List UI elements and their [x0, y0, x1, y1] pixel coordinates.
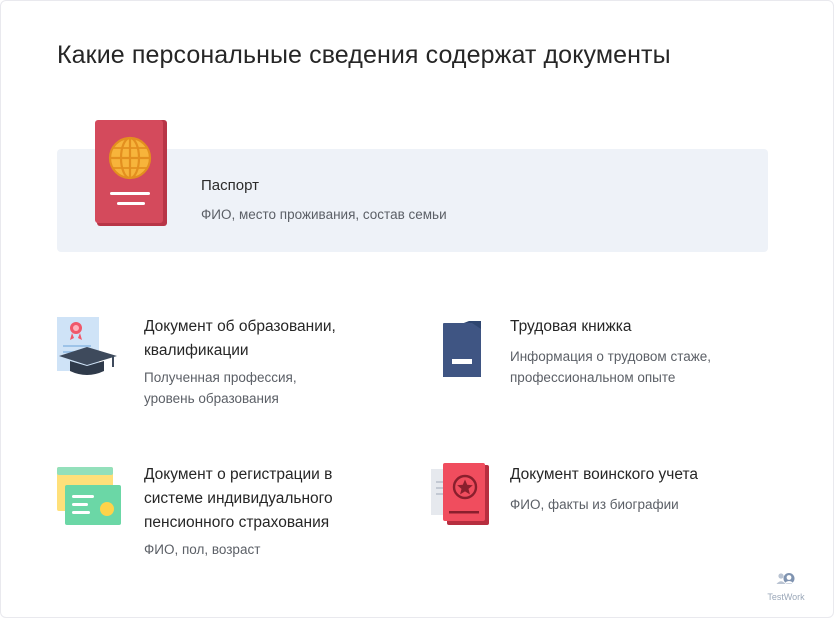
testwork-logo-icon — [776, 573, 795, 584]
work-book-description: Информация о трудовом стаже, профессиона… — [510, 349, 712, 385]
education-title: Документ об образовании, квалификации — [144, 318, 336, 359]
pension-card-icon — [57, 467, 121, 525]
military-title: Документ воинского учета — [510, 466, 699, 483]
work-book-icon — [443, 321, 481, 377]
page-title: Какие персональные сведения содержат док… — [57, 41, 671, 69]
testwork-logo: TestWork — [763, 572, 809, 602]
pension-description: ФИО, пол, возраст — [144, 542, 261, 557]
military-id-icon — [431, 463, 489, 525]
passport-description: ФИО, место проживания, состав семьи — [201, 207, 447, 222]
pension-title: Документ о регистрации в системе индивид… — [144, 466, 333, 531]
graduation-diploma-icon — [57, 317, 117, 375]
passport-icon — [95, 120, 167, 226]
military-description: ФИО, факты из биографии — [510, 497, 679, 512]
passport-title: Паспорт — [201, 177, 259, 194]
logo-text: TestWork — [767, 592, 805, 602]
infographic: Какие персональные сведения содержат док… — [0, 0, 834, 618]
work-book-title: Трудовая книжка — [510, 318, 632, 335]
education-description: Полученная профессия, уровень образовани… — [144, 370, 297, 406]
